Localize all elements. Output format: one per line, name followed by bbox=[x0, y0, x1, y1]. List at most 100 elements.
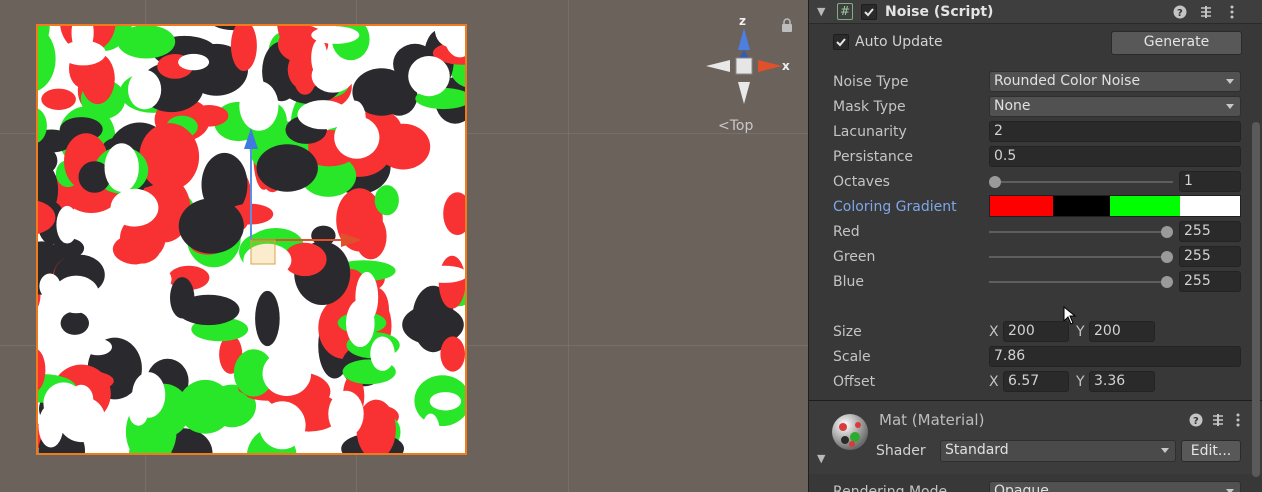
inspector-scrollbar[interactable] bbox=[1252, 122, 1260, 477]
view-projection-label[interactable]: <Top bbox=[718, 118, 753, 134]
scale-field[interactable]: 7.86 bbox=[989, 346, 1241, 367]
preset-icon[interactable] bbox=[1211, 413, 1225, 427]
noise-blob bbox=[429, 392, 462, 411]
chevron-down-icon bbox=[1161, 448, 1169, 453]
mask-type-dropdown[interactable]: None bbox=[989, 96, 1241, 117]
noise-type-value: Rounded Color Noise bbox=[994, 73, 1141, 89]
noise-blob bbox=[110, 188, 159, 227]
coloring-gradient-field[interactable] bbox=[989, 195, 1241, 217]
noise-component-header[interactable]: ▼ # Noise (Script) ? bbox=[809, 0, 1262, 24]
grid-line bbox=[568, 0, 569, 492]
noise-blob bbox=[374, 185, 399, 216]
offset-y-field[interactable]: 3.36 bbox=[1089, 371, 1155, 392]
size-label: Size bbox=[833, 324, 862, 340]
size-y-field[interactable]: 200 bbox=[1089, 321, 1155, 342]
noise-blob bbox=[346, 299, 375, 348]
rendering-mode-dropdown[interactable]: Opaque bbox=[989, 481, 1241, 492]
generate-button[interactable]: Generate bbox=[1111, 31, 1242, 55]
octaves-field[interactable]: 1 bbox=[1179, 171, 1241, 192]
noise-type-label: Noise Type bbox=[833, 74, 909, 90]
move-tool-gizmo[interactable] bbox=[236, 122, 368, 272]
octaves-label: Octaves bbox=[833, 174, 890, 190]
rendering-mode-label: Rendering Mode bbox=[833, 484, 948, 492]
kebab-menu-icon[interactable] bbox=[1225, 5, 1239, 19]
auto-update-label: Auto Update bbox=[855, 34, 943, 50]
preset-icon[interactable] bbox=[1199, 5, 1213, 19]
kebab-menu-icon[interactable] bbox=[1231, 413, 1245, 427]
noise-blob bbox=[184, 349, 218, 374]
noise-blob bbox=[39, 273, 61, 299]
material-sphere-icon bbox=[832, 414, 868, 450]
octaves-slider-track[interactable] bbox=[989, 181, 1173, 183]
octaves-slider-thumb[interactable] bbox=[989, 176, 1001, 188]
gradient-key-swatch bbox=[1110, 196, 1180, 216]
material-title: Mat (Material) bbox=[879, 411, 985, 429]
noise-blob bbox=[58, 396, 106, 443]
foldout-arrow-icon[interactable]: ▼ bbox=[817, 3, 825, 21]
noise-blob bbox=[311, 39, 328, 77]
noise-blob bbox=[178, 53, 210, 71]
perspective-icon: < bbox=[718, 118, 730, 134]
edit-shader-button[interactable]: Edit... bbox=[1181, 440, 1241, 462]
foldout-arrow-icon[interactable]: ▼ bbox=[817, 450, 825, 468]
noise-blob bbox=[129, 401, 148, 426]
red-slider-track[interactable] bbox=[989, 231, 1173, 233]
script-icon: # bbox=[837, 3, 853, 20]
blue-slider-thumb[interactable] bbox=[1161, 276, 1173, 288]
scene-view[interactable]: z x <Top bbox=[0, 0, 808, 492]
shader-dropdown[interactable]: Standard bbox=[940, 440, 1176, 462]
gizmo-x-label: x bbox=[782, 59, 790, 73]
lacunarity-field[interactable]: 2 bbox=[989, 121, 1241, 142]
noise-blob bbox=[60, 311, 89, 335]
red-label: Red bbox=[833, 224, 860, 240]
blue-field[interactable]: 255 bbox=[1179, 271, 1241, 292]
offset-x-label: X bbox=[989, 374, 999, 390]
green-slider-thumb[interactable] bbox=[1161, 251, 1173, 263]
mask-type-value: None bbox=[994, 98, 1031, 114]
lacunarity-label: Lacunarity bbox=[833, 124, 907, 140]
scale-label: Scale bbox=[833, 349, 871, 365]
persistance-field[interactable]: 0.5 bbox=[989, 146, 1241, 167]
noise-blob bbox=[83, 338, 112, 356]
noise-blob bbox=[139, 123, 200, 191]
component-enabled-checkbox[interactable] bbox=[861, 4, 877, 20]
lock-icon[interactable] bbox=[781, 18, 793, 32]
gizmo-z-label: z bbox=[739, 14, 746, 28]
noise-blob bbox=[41, 88, 76, 110]
noise-blob bbox=[178, 198, 244, 254]
help-icon[interactable]: ? bbox=[1173, 5, 1187, 19]
size-x-field[interactable]: 200 bbox=[1003, 321, 1069, 342]
view-label-text: Top bbox=[729, 118, 754, 134]
mask-type-label: Mask Type bbox=[833, 99, 906, 115]
gradient-key-swatch bbox=[1052, 196, 1110, 216]
offset-x-field[interactable]: 6.57 bbox=[1003, 371, 1069, 392]
offset-label: Offset bbox=[833, 374, 876, 390]
green-label: Green bbox=[833, 249, 876, 265]
noise-blob bbox=[128, 69, 162, 110]
offset-y-label: Y bbox=[1076, 374, 1085, 390]
size-y-label: Y bbox=[1076, 324, 1085, 340]
noise-blob bbox=[95, 229, 112, 258]
auto-update-checkbox[interactable] bbox=[833, 34, 849, 50]
material-header[interactable]: Mat (Material) ? ▼ Shader Standard Edit.… bbox=[809, 401, 1262, 474]
green-slider-track[interactable] bbox=[989, 256, 1173, 258]
gradient-key-swatch bbox=[990, 196, 1053, 216]
shader-value: Standard bbox=[945, 442, 1009, 458]
blue-slider-track[interactable] bbox=[989, 281, 1173, 283]
noise-blob bbox=[104, 143, 139, 192]
red-slider-thumb[interactable] bbox=[1161, 226, 1173, 238]
persistance-label: Persistance bbox=[833, 149, 914, 165]
green-field[interactable]: 255 bbox=[1179, 246, 1241, 267]
svg-text:?: ? bbox=[1193, 416, 1199, 427]
shader-label: Shader bbox=[876, 443, 926, 459]
noise-blob bbox=[56, 205, 78, 244]
size-x-label: X bbox=[989, 324, 999, 340]
noise-blob bbox=[177, 379, 233, 434]
noise-type-dropdown[interactable]: Rounded Color Noise bbox=[989, 71, 1241, 92]
help-icon[interactable]: ? bbox=[1189, 413, 1203, 427]
noise-blob bbox=[311, 26, 360, 44]
chevron-down-icon bbox=[1226, 104, 1234, 109]
noise-blob bbox=[255, 290, 280, 347]
noise-blob bbox=[259, 401, 306, 450]
red-field[interactable]: 255 bbox=[1179, 221, 1241, 242]
